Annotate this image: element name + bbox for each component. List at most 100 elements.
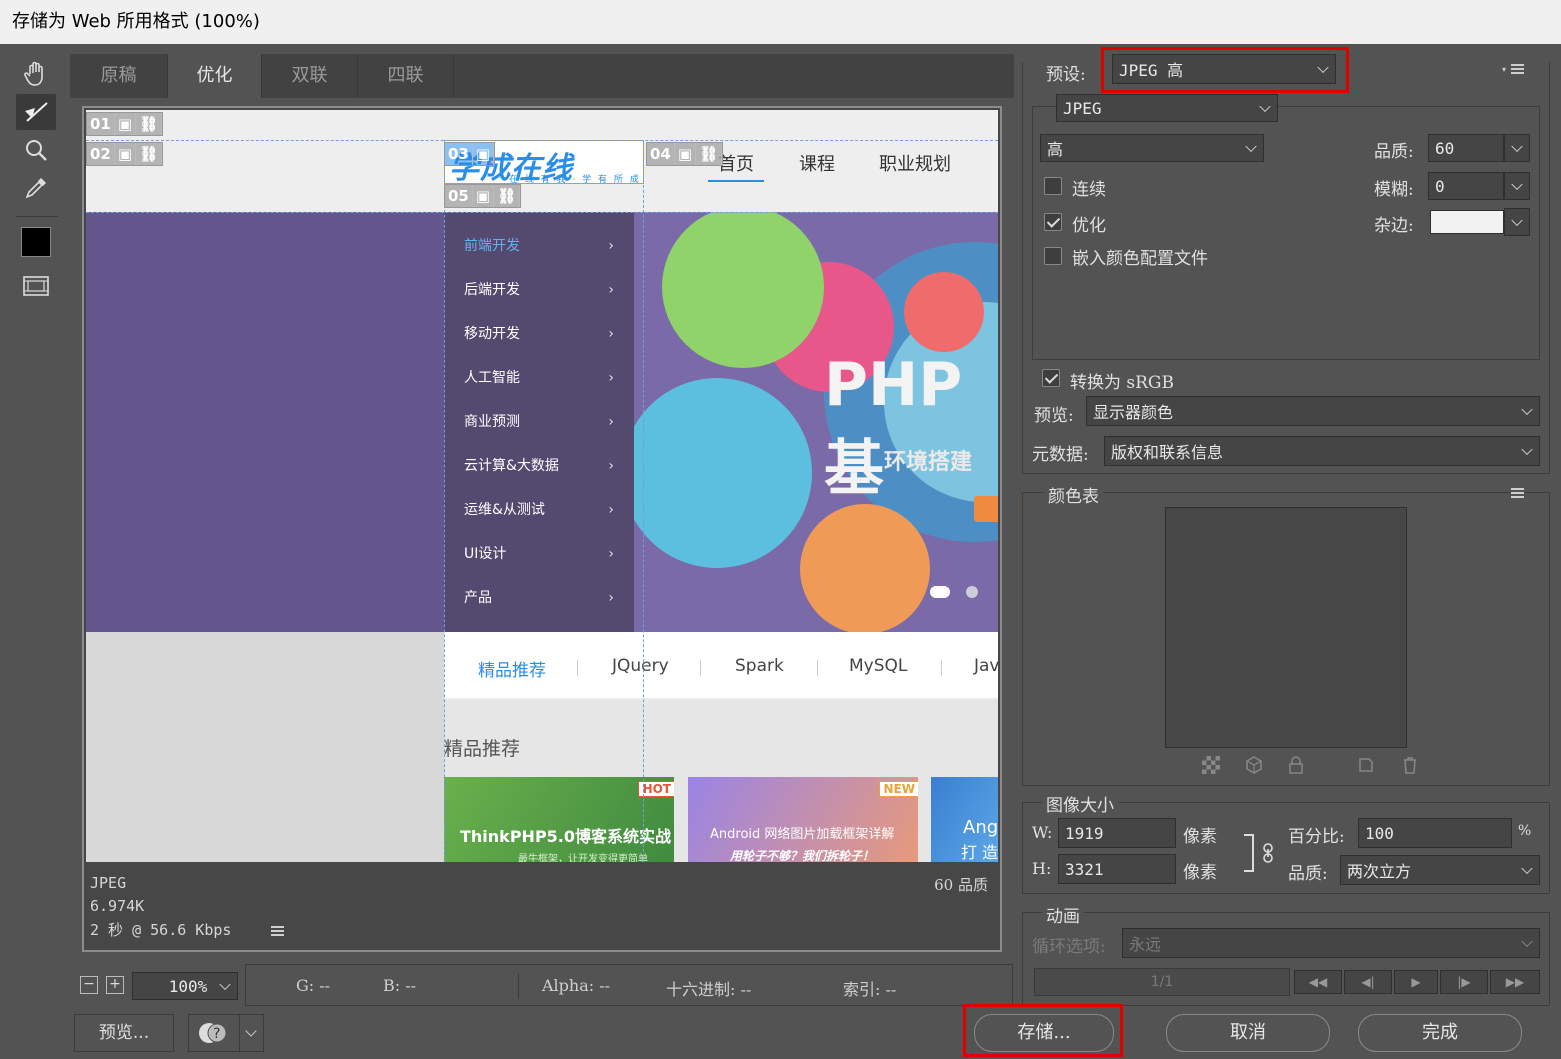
slice-label[interactable]: 05 ▣ ⛓ bbox=[444, 184, 522, 208]
optimization-info: JPEG 6.974K 2 秒 @ 56.6 Kbps 60 品质 bbox=[86, 866, 998, 948]
svg-text:?: ? bbox=[213, 1026, 220, 1042]
banner-title: PHP基 bbox=[824, 350, 963, 504]
section-title: 精品推荐 bbox=[444, 738, 521, 760]
slice-select-tool-icon[interactable] bbox=[16, 94, 56, 130]
slice-guide bbox=[444, 140, 445, 862]
optimized-label: 优化 bbox=[1072, 216, 1106, 236]
toggle-slices-icon[interactable] bbox=[16, 268, 56, 304]
last-frame-button[interactable]: ▶▶ bbox=[1490, 970, 1540, 994]
frame-counter: 1/1 bbox=[1034, 968, 1290, 996]
course-card: HOT ThinkPHP5.0博客系统实战 最牛框架，让开发变得更简单 bbox=[444, 777, 674, 862]
optimized-checkbox[interactable] bbox=[1044, 213, 1062, 231]
web-snap-icon[interactable] bbox=[1244, 755, 1264, 775]
blur-input[interactable]: 0 bbox=[1428, 172, 1504, 200]
blur-label: 模糊: bbox=[1374, 180, 1414, 200]
zoom-out-button[interactable]: − bbox=[80, 976, 98, 994]
tab-original[interactable]: 原稿 bbox=[70, 54, 168, 98]
course-tab: Jav bbox=[974, 656, 998, 676]
slice-guide bbox=[643, 140, 644, 862]
height-unit: 像素 bbox=[1183, 863, 1217, 883]
color-table-grid[interactable] bbox=[1165, 507, 1407, 748]
slice-label[interactable]: 01 ▣ ⛓ bbox=[86, 112, 164, 136]
next-frame-button[interactable]: |▶ bbox=[1440, 970, 1488, 994]
category-item: 前端开发 › bbox=[464, 238, 614, 254]
zoom-in-button[interactable]: + bbox=[106, 976, 124, 994]
slice-guide bbox=[86, 140, 998, 141]
course-tab: 精品推荐 bbox=[478, 661, 546, 681]
highlight-save bbox=[963, 1004, 1123, 1057]
site-nav-courses: 课程 bbox=[799, 154, 835, 175]
readout-b: B: -- bbox=[383, 976, 417, 995]
eyedropper-color-swatch[interactable] bbox=[16, 224, 56, 260]
carousel-dot bbox=[966, 586, 978, 598]
color-readout: G: -- B: -- Alpha: -- 十六进制: -- 索引: -- bbox=[245, 964, 1013, 1006]
slice-label[interactable]: 02 ▣ ⛓ bbox=[86, 142, 164, 166]
tool-column bbox=[10, 54, 62, 958]
course-card: Ang 打 造 bbox=[931, 777, 998, 862]
image-preview[interactable]: 学成在线 在 线 有 我 · 学 有 所 成 首页 课程 职业规划 前端开发 › … bbox=[86, 110, 998, 862]
zoom-tool-icon[interactable] bbox=[16, 132, 56, 168]
site-nav-home: 首页 bbox=[718, 154, 754, 175]
resample-label: 品质: bbox=[1288, 864, 1328, 884]
eyedropper-tool-icon[interactable] bbox=[16, 170, 56, 206]
metadata-select[interactable]: 版权和联系信息 bbox=[1104, 436, 1540, 466]
embed-profile-checkbox[interactable] bbox=[1044, 247, 1062, 265]
settings-menu-icon[interactable]: ▾ bbox=[1502, 64, 1524, 76]
format-select[interactable]: JPEG bbox=[1056, 94, 1278, 122]
done-button[interactable]: 完成 bbox=[1358, 1014, 1522, 1052]
play-button[interactable]: ▶ bbox=[1394, 970, 1438, 994]
loop-select[interactable]: 永远 bbox=[1122, 928, 1540, 958]
hand-tool-icon[interactable] bbox=[16, 56, 56, 92]
course-tab: MySQL bbox=[849, 656, 908, 676]
browser-select[interactable]: ? bbox=[188, 1014, 264, 1052]
constrain-link-icon[interactable] bbox=[1260, 842, 1276, 864]
preview-color-label: 预览: bbox=[1034, 406, 1074, 426]
slice-label[interactable]: 04 ▣ ⛓ bbox=[646, 142, 724, 166]
progressive-label: 连续 bbox=[1072, 180, 1106, 200]
quality-slider-button[interactable] bbox=[1504, 134, 1530, 162]
animation-title: 动画 bbox=[1042, 902, 1084, 927]
tool-divider bbox=[16, 216, 58, 217]
height-input[interactable]: 3321 bbox=[1058, 854, 1176, 884]
tab-4up[interactable]: 四联 bbox=[358, 54, 454, 98]
transparency-icon[interactable] bbox=[1202, 756, 1220, 774]
category-menu: 前端开发 › 后端开发 › 移动开发 › 人工智能 › 商业预测 › 云计算&大数据 › 运… bbox=[444, 212, 634, 632]
tab-optimized[interactable]: 优化 bbox=[168, 54, 262, 98]
embed-profile-label: 嵌入颜色配置文件 bbox=[1072, 249, 1208, 269]
preview-color-select[interactable]: 显示器颜色 bbox=[1086, 396, 1540, 426]
category-item: 运维&从测试 › bbox=[464, 502, 614, 518]
percent-unit: % bbox=[1518, 823, 1532, 839]
zoom-select[interactable]: 100% bbox=[132, 972, 238, 1000]
matte-select[interactable] bbox=[1504, 208, 1530, 236]
resample-select[interactable]: 两次立方 bbox=[1340, 855, 1540, 885]
nav-underline bbox=[708, 180, 764, 182]
blur-slider-button[interactable] bbox=[1504, 172, 1530, 200]
metadata-label: 元数据: bbox=[1032, 445, 1089, 465]
info-menu-icon[interactable] bbox=[262, 926, 284, 938]
first-frame-button[interactable]: ◀◀ bbox=[1294, 970, 1342, 994]
color-table-menu-icon[interactable] bbox=[1502, 488, 1524, 500]
preview-in-browser-button[interactable]: 预览... bbox=[74, 1014, 174, 1052]
progressive-checkbox[interactable] bbox=[1044, 177, 1062, 195]
constrain-bracket bbox=[1244, 834, 1254, 872]
new-color-icon[interactable] bbox=[1356, 755, 1376, 775]
info-format: JPEG bbox=[90, 874, 127, 892]
quality-level-select[interactable]: 高 bbox=[1040, 134, 1264, 162]
convert-srgb-checkbox[interactable] bbox=[1042, 369, 1060, 387]
category-item: 产品 › bbox=[464, 590, 614, 606]
cancel-button[interactable]: 取消 bbox=[1166, 1014, 1330, 1052]
loop-label: 循环选项: bbox=[1032, 937, 1106, 957]
matte-color-swatch[interactable] bbox=[1430, 210, 1504, 234]
quality-input[interactable]: 60 bbox=[1428, 134, 1504, 162]
logo-subtext: 在 线 有 我 · 学 有 所 成 bbox=[509, 175, 641, 185]
lock-color-icon[interactable] bbox=[1286, 755, 1306, 775]
prev-frame-button[interactable]: ◀| bbox=[1344, 970, 1392, 994]
tab-2up[interactable]: 双联 bbox=[262, 54, 358, 98]
delete-color-icon[interactable] bbox=[1400, 755, 1420, 775]
percent-input[interactable]: 100 bbox=[1358, 818, 1512, 848]
width-input[interactable]: 1919 bbox=[1058, 818, 1176, 848]
readout-index: 索引: -- bbox=[843, 980, 897, 999]
course-tab: JQuery bbox=[612, 656, 669, 676]
slice-guide bbox=[86, 212, 998, 213]
slice-label[interactable]: 03 ▣ bbox=[444, 142, 496, 166]
